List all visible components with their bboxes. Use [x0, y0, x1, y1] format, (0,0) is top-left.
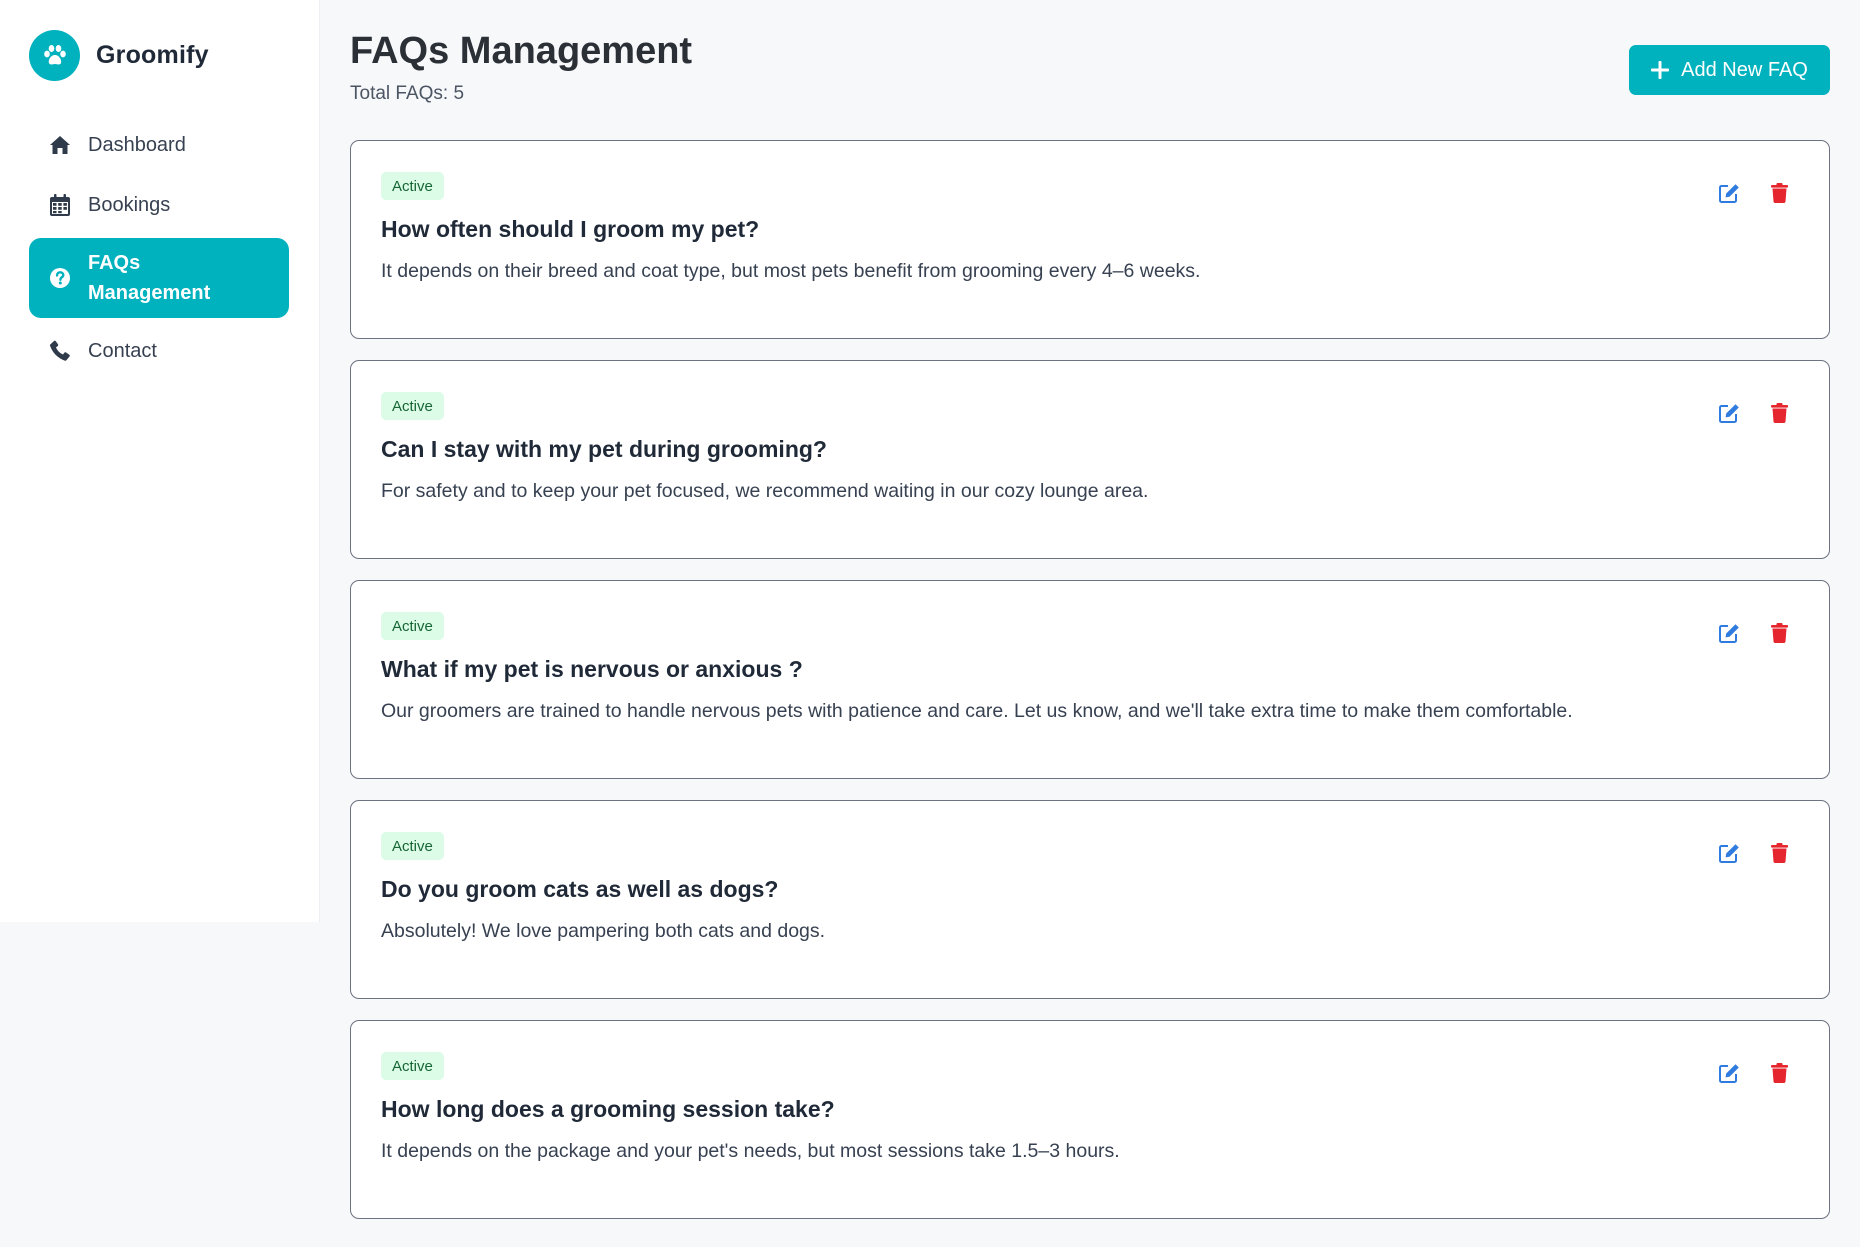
- faq-answer: Absolutely! We love pampering both cats …: [381, 920, 826, 942]
- status-badge: Active: [381, 612, 444, 640]
- add-new-faq-label: Add New FAQ: [1681, 58, 1808, 81]
- trash-icon[interactable]: [1767, 621, 1791, 645]
- sidebar-item-label-line2: Management: [88, 282, 211, 304]
- faq-question: Can I stay with my pet during grooming?: [381, 436, 827, 462]
- faq-card: Active How long does a grooming session …: [350, 1020, 1830, 1219]
- app-root: Groomify Dashboard Bookings FAQs Managem…: [0, 0, 1860, 1247]
- trash-icon[interactable]: [1767, 401, 1791, 425]
- faq-actions: [1717, 181, 1791, 205]
- total-faqs-count: Total FAQs: 5: [350, 83, 465, 104]
- faq-card: Active What if my pet is nervous or anxi…: [350, 580, 1830, 779]
- faq-actions: [1717, 841, 1791, 865]
- edit-icon[interactable]: [1717, 841, 1741, 865]
- status-badge: Active: [381, 392, 444, 420]
- paw-icon: [29, 30, 80, 81]
- faq-card: Active Do you groom cats as well as dogs…: [350, 800, 1830, 999]
- faq-question: What if my pet is nervous or anxious ?: [381, 656, 803, 682]
- sidebar-item-faqs-management[interactable]: FAQs Management: [29, 238, 289, 318]
- page-title: FAQs Management: [350, 30, 693, 72]
- faq-answer: Our groomers are trained to handle nervo…: [381, 700, 1573, 722]
- home-icon: [49, 134, 71, 156]
- sidebar-item-label: FAQs Management: [88, 248, 210, 308]
- faq-actions: [1717, 1061, 1791, 1085]
- status-badge: Active: [381, 832, 444, 860]
- faq-question: Do you groom cats as well as dogs?: [381, 876, 779, 902]
- sidebar-item-label-line1: FAQs: [88, 252, 141, 274]
- sidebar-item-label: Contact: [88, 339, 157, 362]
- faq-card: Active How often should I groom my pet? …: [350, 140, 1830, 339]
- faq-card: Active Can I stay with my pet during gro…: [350, 360, 1830, 559]
- faq-actions: [1717, 401, 1791, 425]
- faq-list: Active How often should I groom my pet? …: [350, 140, 1830, 1240]
- sidebar-item-label: Dashboard: [88, 133, 186, 156]
- faq-answer: It depends on the package and your pet's…: [381, 1140, 1120, 1162]
- faq-answer: For safety and to keep your pet focused,…: [381, 480, 1149, 502]
- trash-icon[interactable]: [1767, 841, 1791, 865]
- edit-icon[interactable]: [1717, 401, 1741, 425]
- status-badge: Active: [381, 172, 444, 200]
- status-badge: Active: [381, 1052, 444, 1080]
- calendar-icon: [49, 194, 71, 216]
- sidebar: Groomify Dashboard Bookings FAQs Managem…: [0, 0, 320, 922]
- edit-icon[interactable]: [1717, 1061, 1741, 1085]
- sidebar-item-contact[interactable]: Contact: [29, 324, 289, 378]
- sidebar-item-dashboard[interactable]: Dashboard: [29, 118, 289, 172]
- edit-icon[interactable]: [1717, 621, 1741, 645]
- trash-icon[interactable]: [1767, 1061, 1791, 1085]
- faq-actions: [1717, 621, 1791, 645]
- question-circle-icon: [49, 267, 71, 289]
- brand-name: Groomify: [96, 41, 209, 69]
- brand[interactable]: Groomify: [29, 30, 209, 81]
- sidebar-nav: Dashboard Bookings FAQs Management Conta…: [29, 118, 289, 384]
- trash-icon[interactable]: [1767, 181, 1791, 205]
- add-new-faq-button[interactable]: Add New FAQ: [1629, 45, 1830, 95]
- phone-icon: [49, 340, 71, 362]
- sidebar-item-bookings[interactable]: Bookings: [29, 178, 289, 232]
- faq-answer: It depends on their breed and coat type,…: [381, 260, 1201, 282]
- edit-icon[interactable]: [1717, 181, 1741, 205]
- faq-question: How often should I groom my pet?: [381, 216, 760, 242]
- sidebar-item-label: Bookings: [88, 193, 171, 216]
- plus-icon: [1651, 61, 1670, 79]
- faq-question: How long does a grooming session take?: [381, 1096, 835, 1122]
